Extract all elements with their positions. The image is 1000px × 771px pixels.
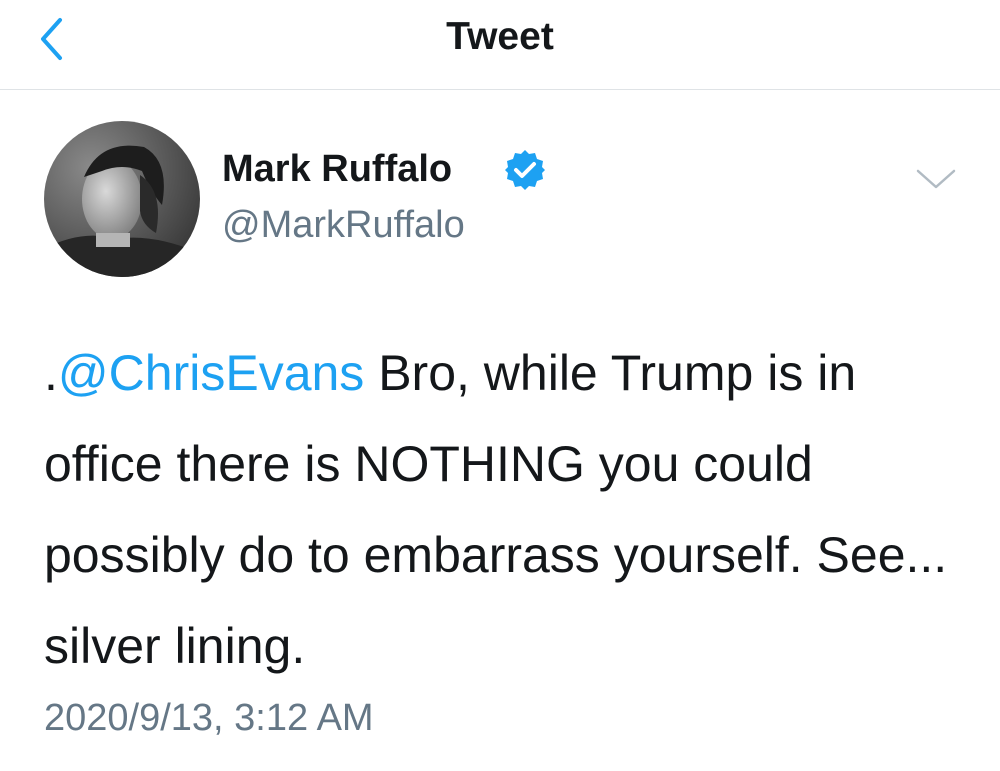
- tweet-menu-button[interactable]: [914, 163, 958, 193]
- tweet-prefix: .: [44, 345, 58, 401]
- chevron-down-icon: [916, 169, 956, 189]
- mention-link[interactable]: @ChrisEvans: [58, 345, 364, 401]
- page-title: Tweet: [446, 15, 554, 58]
- profile-photo: [44, 121, 200, 277]
- verified-badge-icon: [505, 150, 545, 190]
- tweet-header: Mark Ruffalo @MarkRuffalo: [0, 90, 1000, 290]
- tweet-text: .@ChrisEvans Bro, while Trump is in offi…: [44, 328, 964, 692]
- author-name[interactable]: Mark Ruffalo: [222, 148, 452, 191]
- avatar[interactable]: [44, 121, 200, 277]
- navigation-bar: Tweet: [0, 0, 1000, 90]
- author-handle[interactable]: @MarkRuffalo: [222, 204, 465, 247]
- tweet-timestamp: 2020/9/13, 3:12 AM: [44, 697, 374, 739]
